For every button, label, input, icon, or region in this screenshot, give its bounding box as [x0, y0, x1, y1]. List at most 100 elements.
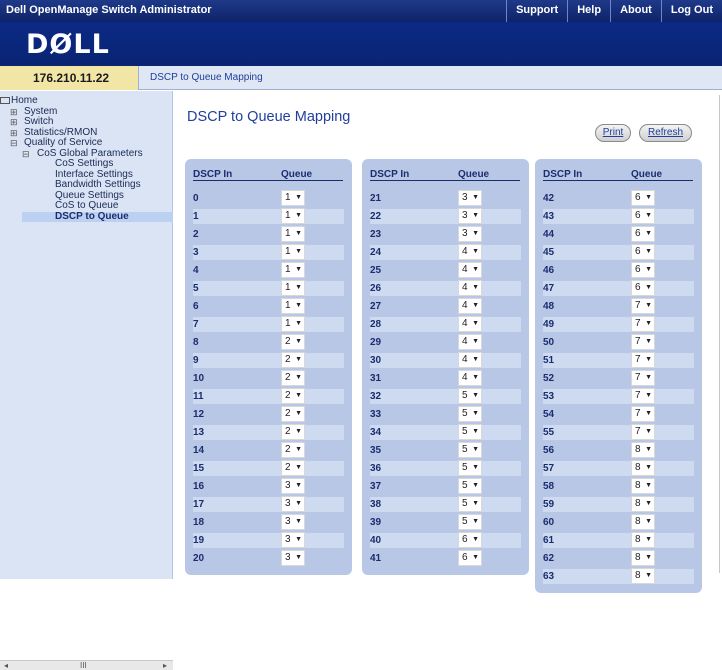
scroll-thumb[interactable]: III — [80, 661, 87, 670]
queue-select[interactable]: 4 ▼ — [458, 334, 482, 350]
queue-select[interactable]: 1 ▼ — [281, 298, 305, 314]
queue-select[interactable]: 3 ▼ — [281, 478, 305, 494]
queue-select[interactable]: 2 ▼ — [281, 442, 305, 458]
queue-select[interactable]: 6 ▼ — [631, 262, 655, 278]
queue-select[interactable]: 2 ▼ — [281, 352, 305, 368]
queue-select[interactable]: 8 ▼ — [631, 478, 655, 494]
queue-select[interactable]: 2 ▼ — [281, 370, 305, 386]
print-button[interactable]: Print — [595, 124, 631, 142]
queue-select[interactable]: 6 ▼ — [631, 244, 655, 260]
queue-select[interactable]: 3 ▼ — [458, 190, 482, 206]
scroll-right-icon[interactable]: ▸ — [163, 661, 167, 670]
dscp-value: 62 — [543, 553, 555, 564]
row-band — [543, 569, 694, 584]
queue-select[interactable]: 7 ▼ — [631, 424, 655, 440]
queue-select[interactable]: 4 ▼ — [458, 370, 482, 386]
help-link[interactable]: Help — [567, 0, 610, 22]
expand-icon[interactable]: ⊞ — [10, 128, 18, 139]
queue-select[interactable]: 1 ▼ — [281, 280, 305, 296]
queue-select[interactable]: 3 ▼ — [458, 208, 482, 224]
queue-select[interactable]: 7 ▼ — [631, 388, 655, 404]
queue-select[interactable]: 7 ▼ — [631, 352, 655, 368]
sidebar-item[interactable]: Home — [0, 95, 173, 107]
sidebar-item[interactable]: CoS Settings — [0, 158, 173, 170]
queue-select[interactable]: 3 ▼ — [281, 496, 305, 512]
queue-select[interactable]: 1 ▼ — [281, 190, 305, 206]
queue-select[interactable]: 7 ▼ — [631, 370, 655, 386]
queue-select[interactable]: 2 ▼ — [281, 460, 305, 476]
sidebar-item[interactable]: Bandwidth Settings — [0, 179, 173, 191]
queue-select[interactable]: 8 ▼ — [631, 460, 655, 476]
row-band — [543, 497, 694, 512]
queue-select[interactable]: 7 ▼ — [631, 334, 655, 350]
queue-select[interactable]: 7 ▼ — [631, 406, 655, 422]
sidebar-item[interactable]: ⊞ Switch — [0, 116, 173, 128]
queue-select[interactable]: 3 ▼ — [281, 532, 305, 548]
support-link[interactable]: Support — [506, 0, 567, 22]
queue-select[interactable]: 4 ▼ — [458, 352, 482, 368]
queue-select[interactable]: 2 ▼ — [281, 424, 305, 440]
queue-select[interactable]: 6 ▼ — [458, 532, 482, 548]
queue-select[interactable]: 5 ▼ — [458, 460, 482, 476]
queue-select[interactable]: 1 ▼ — [281, 316, 305, 332]
row-band — [543, 209, 694, 224]
mapping-row: 16 3 ▼ — [193, 477, 344, 495]
queue-select[interactable]: 5 ▼ — [458, 442, 482, 458]
horizontal-scrollbar[interactable]: ◂ III ▸ — [0, 660, 173, 670]
about-link[interactable]: About — [610, 0, 661, 22]
queue-select[interactable]: 4 ▼ — [458, 298, 482, 314]
queue-select[interactable]: 2 ▼ — [281, 388, 305, 404]
queue-value: 3 — [462, 210, 468, 221]
queue-select[interactable]: 7 ▼ — [631, 298, 655, 314]
sidebar-item[interactable]: CoS to Queue — [0, 200, 173, 212]
queue-select[interactable]: 4 ▼ — [458, 262, 482, 278]
scroll-left-icon[interactable]: ◂ — [4, 661, 8, 670]
queue-select[interactable]: 8 ▼ — [631, 442, 655, 458]
queue-select[interactable]: 2 ▼ — [281, 334, 305, 350]
refresh-button[interactable]: Refresh — [639, 124, 692, 142]
collapse-icon[interactable]: ⊟ — [22, 149, 30, 160]
queue-select[interactable]: 8 ▼ — [631, 514, 655, 530]
queue-select[interactable]: 6 ▼ — [631, 226, 655, 242]
dscp-value: 49 — [543, 319, 555, 330]
queue-select[interactable]: 6 ▼ — [631, 190, 655, 206]
queue-select[interactable]: 5 ▼ — [458, 478, 482, 494]
queue-select[interactable]: 8 ▼ — [631, 532, 655, 548]
queue-select[interactable]: 6 ▼ — [631, 208, 655, 224]
queue-select[interactable]: 3 ▼ — [281, 550, 305, 566]
logout-link[interactable]: Log Out — [660, 0, 722, 22]
dropdown-arrow-icon: ▼ — [645, 428, 652, 435]
queue-select[interactable]: 8 ▼ — [631, 568, 655, 584]
dscp-value: 18 — [193, 517, 205, 528]
breadcrumb[interactable]: DSCP to Queue Mapping — [150, 72, 263, 83]
queue-select[interactable]: 4 ▼ — [458, 316, 482, 332]
queue-select[interactable]: 5 ▼ — [458, 406, 482, 422]
queue-select[interactable]: 5 ▼ — [458, 496, 482, 512]
queue-select[interactable]: 1 ▼ — [281, 226, 305, 242]
queue-select[interactable]: 8 ▼ — [631, 496, 655, 512]
queue-select[interactable]: 3 ▼ — [458, 226, 482, 242]
sidebar-item[interactable]: ⊟ Quality of Service — [0, 137, 173, 149]
queue-select[interactable]: 1 ▼ — [281, 262, 305, 278]
queue-select[interactable]: 1 ▼ — [281, 244, 305, 260]
collapse-icon[interactable]: ⊟ — [10, 138, 18, 149]
queue-select[interactable]: 4 ▼ — [458, 244, 482, 260]
queue-select[interactable]: 5 ▼ — [458, 514, 482, 530]
expand-icon[interactable]: ⊞ — [10, 107, 18, 118]
queue-select[interactable]: 5 ▼ — [458, 424, 482, 440]
queue-select[interactable]: 5 ▼ — [458, 388, 482, 404]
mapping-row: 61 8 ▼ — [543, 531, 694, 549]
queue-select[interactable]: 3 ▼ — [281, 514, 305, 530]
queue-select[interactable]: 4 ▼ — [458, 280, 482, 296]
mapping-row: 38 5 ▼ — [370, 495, 521, 513]
queue-select[interactable]: 1 ▼ — [281, 208, 305, 224]
sidebar-item[interactable]: DSCP to Queue — [22, 211, 173, 222]
queue-select[interactable]: 7 ▼ — [631, 316, 655, 332]
queue-select[interactable]: 6 ▼ — [631, 280, 655, 296]
expand-icon[interactable]: ⊞ — [10, 117, 18, 128]
queue-select[interactable]: 2 ▼ — [281, 406, 305, 422]
main-content: DSCP to Queue Mapping Print Refresh DSCP… — [174, 91, 722, 593]
queue-select[interactable]: 6 ▼ — [458, 550, 482, 566]
dropdown-arrow-icon: ▼ — [645, 392, 652, 399]
queue-select[interactable]: 8 ▼ — [631, 550, 655, 566]
